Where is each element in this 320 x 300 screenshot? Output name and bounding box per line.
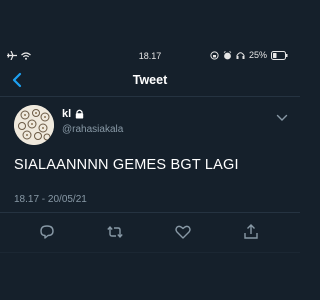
lock-rotation-icon bbox=[210, 50, 219, 60]
header-divider bbox=[0, 96, 300, 97]
avatar-image bbox=[14, 105, 54, 145]
author-name-row: kl bbox=[62, 108, 84, 120]
more-options-button[interactable] bbox=[276, 109, 288, 121]
user-handle[interactable]: @rahasiakala bbox=[62, 124, 123, 135]
display-name[interactable]: kl bbox=[62, 108, 71, 120]
tweet-header: Tweet bbox=[0, 66, 300, 96]
tweet-text: SIALAANNNN GEMES BGT LAGI bbox=[14, 157, 239, 173]
reply-icon bbox=[40, 225, 54, 239]
headphones-icon bbox=[236, 51, 245, 59]
share-icon bbox=[244, 224, 258, 239]
page-title: Tweet bbox=[132, 73, 168, 87]
share-button[interactable] bbox=[242, 223, 260, 241]
alarm-icon bbox=[223, 50, 232, 59]
actions-divider bbox=[0, 212, 300, 213]
avatar[interactable] bbox=[14, 105, 54, 145]
lock-icon bbox=[75, 109, 84, 119]
battery-percentage: 25% bbox=[248, 50, 267, 60]
tweet-timestamp: 18.17 - 20/05/21 bbox=[14, 194, 87, 205]
bottom-divider bbox=[0, 252, 300, 253]
chevron-down-icon bbox=[276, 114, 288, 121]
reply-button[interactable] bbox=[38, 223, 56, 241]
retweet-button[interactable] bbox=[106, 223, 124, 241]
status-bar: 18.17 25% bbox=[0, 0, 300, 61]
like-button[interactable] bbox=[174, 223, 192, 241]
retweet-icon bbox=[107, 225, 123, 239]
battery-icon bbox=[271, 50, 288, 60]
like-icon bbox=[175, 225, 191, 239]
